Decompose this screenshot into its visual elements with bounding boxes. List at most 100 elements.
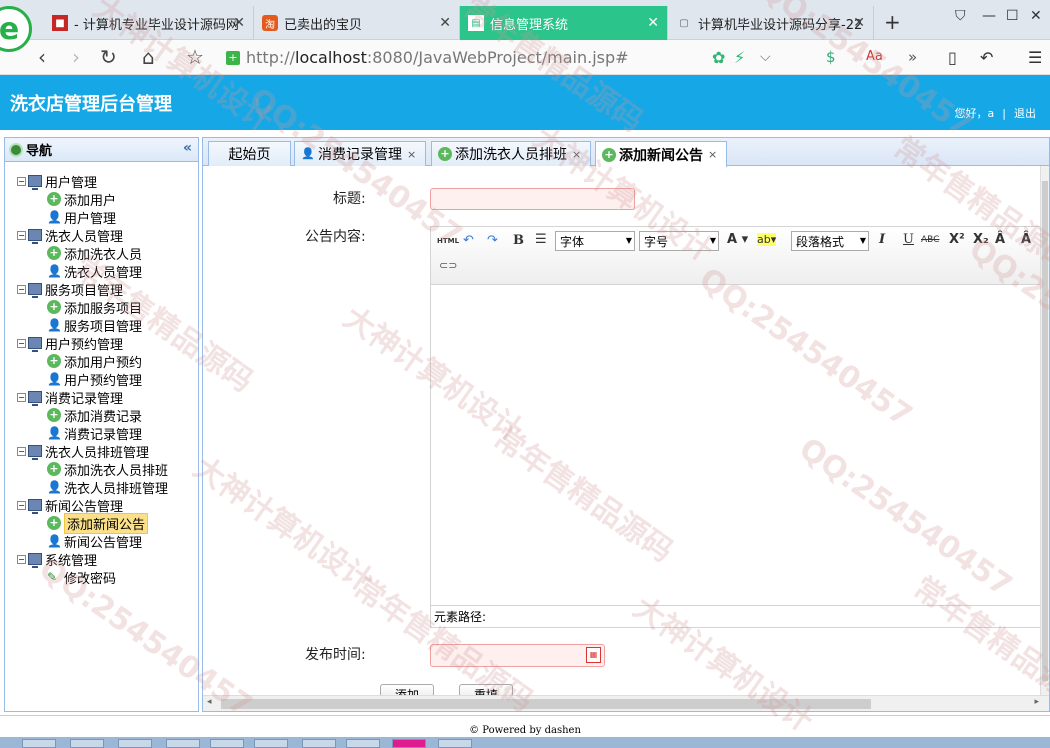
close-tab-icon[interactable]: ×	[708, 148, 717, 161]
editor-body[interactable]	[431, 285, 1049, 605]
vertical-scrollbar[interactable]	[1040, 166, 1049, 696]
highlight-color-icon[interactable]: ab▾	[757, 233, 777, 246]
url-field[interactable]: + http://localhost:8080/JavaWebProject/m…	[226, 45, 706, 70]
remove-format-icon[interactable]: Â	[1021, 232, 1031, 247]
star-icon[interactable]: ☆	[186, 45, 204, 69]
lightning-icon[interactable]: ⚡	[734, 48, 745, 67]
taskbar-item[interactable]	[346, 739, 380, 748]
sidebar-group[interactable]: − 用户管理	[5, 172, 198, 191]
calendar-icon[interactable]: ▦	[586, 647, 601, 663]
font-color-icon[interactable]: A ▾	[727, 232, 748, 247]
close-tab-icon[interactable]: ✕	[233, 15, 245, 31]
sidebar-item[interactable]: 👤 用户预约管理	[5, 370, 198, 389]
format-icon[interactable]: ☰	[535, 232, 547, 247]
logout-link[interactable]: 退出	[1014, 107, 1036, 120]
strikethrough-icon[interactable]: ABC	[921, 235, 939, 245]
refresh-icon[interactable]: ↻	[100, 45, 117, 69]
browser-tab-3[interactable]: ▤ 信息管理系统 ✕	[460, 6, 668, 40]
sidebar-item[interactable]: + 添加洗衣人员	[5, 244, 198, 263]
redo-icon[interactable]: ↷	[487, 233, 498, 248]
forward-icon[interactable]: ›	[72, 45, 80, 69]
tab-add-news[interactable]: + 添加新闻公告 ×	[595, 141, 727, 167]
collapse-toggle-icon[interactable]: −	[17, 176, 26, 186]
taskbar-item[interactable]	[438, 739, 472, 748]
currency-icon[interactable]: $	[826, 48, 836, 66]
taskbar-item[interactable]	[210, 739, 244, 748]
collapse-toggle-icon[interactable]: −	[17, 338, 26, 348]
title-input[interactable]	[430, 188, 635, 210]
sidebar-item[interactable]: 👤 服务项目管理	[5, 316, 198, 335]
menu-icon[interactable]: ☰	[1028, 48, 1042, 67]
shirt-skin-icon[interactable]: ⛉	[955, 8, 966, 24]
taskbar-item[interactable]	[166, 739, 200, 748]
collapse-toggle-icon[interactable]: −	[17, 554, 26, 564]
close-window-icon[interactable]: ✕	[1030, 8, 1042, 24]
collapse-toggle-icon[interactable]: −	[17, 446, 26, 456]
sidebar-item[interactable]: + 添加用户预约	[5, 352, 198, 371]
size-select[interactable]: 字号 ▼	[639, 231, 719, 251]
sidebar-item[interactable]: + 添加消费记录	[5, 406, 198, 425]
subscript-icon[interactable]: X₂	[973, 232, 989, 247]
sidebar-item[interactable]: 👤 洗衣人员排班管理	[5, 478, 198, 497]
html-source-icon[interactable]: HTML	[437, 237, 459, 245]
undo-icon[interactable]: ↶	[463, 233, 474, 248]
paragraph-select[interactable]: 段落格式 ▼	[791, 231, 869, 251]
publish-time-input[interactable]: ▦	[430, 644, 605, 667]
sidebar-group[interactable]: − 服务项目管理	[5, 280, 198, 299]
scroll-left-icon[interactable]: ◂	[207, 697, 212, 707]
underline-icon[interactable]: U	[903, 232, 914, 247]
extension-icon[interactable]: ✿	[712, 48, 725, 67]
sidebar-item[interactable]: 👤 用户管理	[5, 208, 198, 227]
chevron-down-icon[interactable]: ⌵	[760, 49, 771, 65]
close-tab-icon[interactable]: ✕	[647, 15, 659, 31]
sidebar-group[interactable]: − 系统管理	[5, 550, 198, 569]
collapse-toggle-icon[interactable]: −	[17, 230, 26, 240]
sidebar-group[interactable]: − 洗衣人员排班管理	[5, 442, 198, 461]
scroll-right-icon[interactable]: ▸	[1034, 697, 1039, 707]
sidebar-item[interactable]: 👤 消费记录管理	[5, 424, 198, 443]
close-tab-icon[interactable]: ×	[407, 148, 416, 161]
sidebar-item[interactable]: + 添加服务项目	[5, 298, 198, 317]
tab-consumption-records[interactable]: 👤 消费记录管理 ×	[294, 141, 426, 166]
more-extensions-icon[interactable]: »	[908, 48, 917, 66]
minimize-icon[interactable]: —	[982, 8, 996, 24]
browser-tab-2[interactable]: 淘 已卖出的宝贝 ✕	[254, 6, 460, 40]
font-select[interactable]: 字体 ▼	[555, 231, 635, 251]
maximize-icon[interactable]: ☐	[1006, 8, 1019, 24]
taskbar-item[interactable]	[392, 739, 426, 748]
sidebar-group[interactable]: − 新闻公告管理	[5, 496, 198, 515]
sidebar-item[interactable]: + 添加新闻公告	[5, 512, 198, 534]
clear-format-icon[interactable]: Â	[995, 232, 1005, 247]
collapse-toggle-icon[interactable]: −	[17, 500, 26, 510]
sidebar-group[interactable]: − 洗衣人员管理	[5, 226, 198, 245]
browser-tab-4[interactable]: ▢ 计算机毕业设计源码分享-22 ✕	[668, 6, 874, 40]
sidebar-item[interactable]: 👤 洗衣人员管理	[5, 262, 198, 281]
link-icon[interactable]: ⊂⊃	[439, 259, 457, 272]
superscript-icon[interactable]: X²	[949, 232, 965, 247]
browser-tab-1[interactable]: ■ - 计算机专业毕业设计源码网 ✕	[44, 6, 254, 40]
taskbar-item[interactable]	[254, 739, 288, 748]
scroll-thumb[interactable]	[221, 699, 871, 709]
taskbar-item[interactable]	[70, 739, 104, 748]
collapse-sidebar-button[interactable]: «	[183, 140, 192, 156]
taskbar-item[interactable]	[302, 739, 336, 748]
taskbar-item[interactable]	[118, 739, 152, 748]
sidebar-group[interactable]: − 用户预约管理	[5, 334, 198, 353]
close-tab-icon[interactable]: ×	[572, 148, 581, 161]
tab-home[interactable]: 起始页	[208, 141, 291, 166]
horizontal-scrollbar[interactable]: ◂ ▸	[203, 695, 1049, 711]
sidebar-item[interactable]: + 添加用户	[5, 190, 198, 209]
close-tab-icon[interactable]: ✕	[439, 15, 451, 31]
translate-icon[interactable]: Aa	[866, 49, 883, 64]
close-tab-icon[interactable]: ✕	[853, 15, 865, 31]
collapse-toggle-icon[interactable]: −	[17, 392, 26, 402]
sidebar-group[interactable]: − 消费记录管理	[5, 388, 198, 407]
italic-icon[interactable]: I	[879, 232, 885, 247]
undo-icon[interactable]: ↶	[980, 48, 993, 67]
tab-add-schedule[interactable]: + 添加洗衣人员排班 ×	[431, 141, 591, 166]
collapse-toggle-icon[interactable]: −	[17, 284, 26, 294]
back-icon[interactable]: ‹	[38, 45, 46, 69]
bold-icon[interactable]: B	[513, 233, 524, 248]
scroll-thumb[interactable]	[1042, 181, 1048, 681]
sidebar-item[interactable]: 👤 新闻公告管理	[5, 532, 198, 551]
